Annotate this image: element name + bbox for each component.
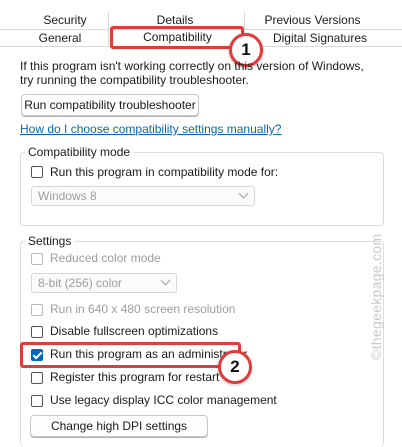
- highlight-compatibility-tab: [110, 26, 244, 49]
- color-depth-value: 8-bit (256) color: [38, 276, 123, 290]
- tab-general[interactable]: General: [20, 30, 100, 46]
- compat-os-value: Windows 8: [38, 189, 97, 203]
- res-640-checkbox[interactable]: [31, 304, 43, 316]
- highlight-run-as-admin: [20, 342, 241, 368]
- compat-os-select[interactable]: Windows 8: [31, 186, 255, 206]
- tab-digital-signatures[interactable]: Digital Signatures: [255, 30, 385, 46]
- register-restart-label: Register this program for restart: [50, 370, 220, 384]
- reduced-color-checkbox[interactable]: [31, 253, 43, 265]
- color-depth-select[interactable]: 8-bit (256) color: [31, 273, 177, 293]
- register-restart-checkbox[interactable]: [31, 372, 43, 384]
- fullscreen-opt-checkbox[interactable]: [31, 326, 43, 338]
- chevron-down-icon: [238, 188, 249, 199]
- watermark-text: ©thegeekpage.com: [368, 233, 384, 360]
- legacy-icc-checkbox[interactable]: [31, 395, 43, 407]
- intro-line-2: try running the compatibility troublesho…: [20, 73, 249, 87]
- compat-mode-checkbox[interactable]: [31, 166, 43, 178]
- legacy-icc-label: Use legacy display ICC color management: [50, 393, 277, 407]
- tab-security[interactable]: Security: [20, 12, 110, 28]
- tab-divider: [108, 12, 109, 46]
- reduced-color-label: Reduced color mode: [50, 251, 161, 265]
- res-640-label: Run in 640 x 480 screen resolution: [50, 302, 236, 316]
- compat-mode-label: Run this program in compatibility mode f…: [50, 165, 279, 179]
- settings-title: Settings: [25, 234, 75, 248]
- run-troubleshooter-button[interactable]: Run compatibility troubleshooter: [21, 94, 199, 116]
- step-2-badge: 2: [218, 350, 252, 384]
- change-dpi-button[interactable]: Change high DPI settings: [30, 415, 208, 437]
- compatibility-mode-title: Compatibility mode: [25, 145, 134, 159]
- chevron-down-icon: [160, 275, 171, 286]
- tab-previous-versions[interactable]: Previous Versions: [245, 12, 380, 28]
- intro-line-1: If this program isn't working correctly …: [20, 59, 364, 73]
- help-link[interactable]: How do I choose compatibility settings m…: [20, 122, 281, 136]
- fullscreen-opt-label: Disable fullscreen optimizations: [50, 324, 219, 338]
